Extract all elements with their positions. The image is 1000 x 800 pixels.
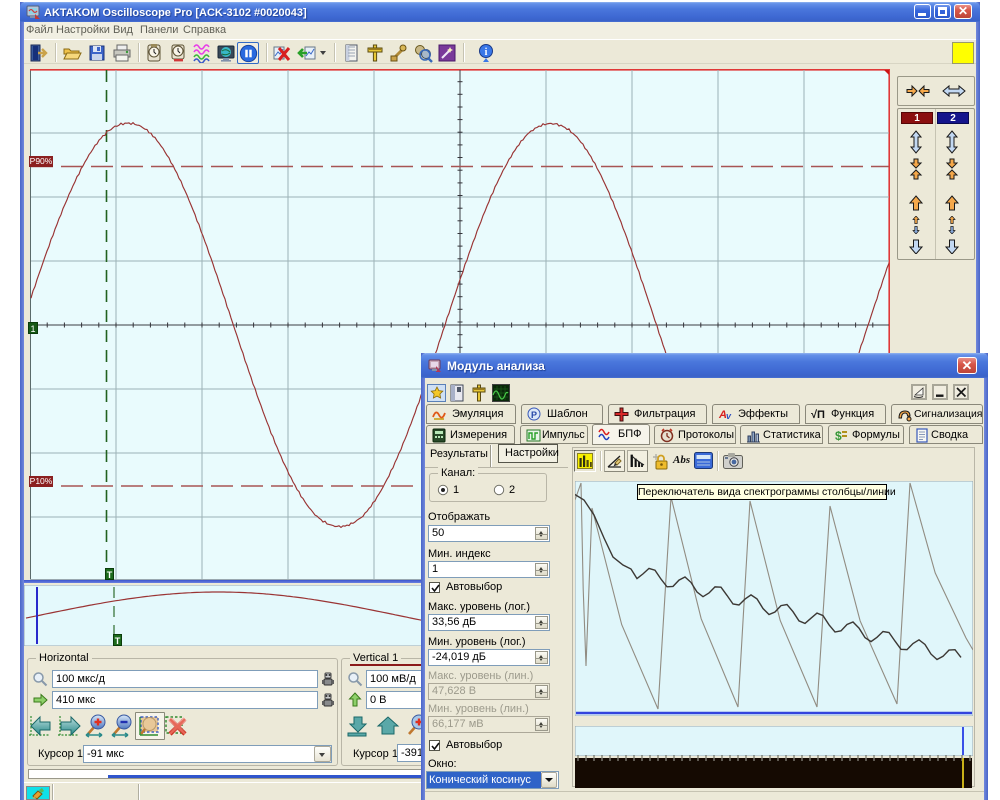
svg-text:$: $ [835,429,842,443]
svg-text:v: v [726,411,732,421]
svg-text:P: P [531,410,537,420]
svg-text:√Π: √Π [811,409,825,421]
svg-text:i: i [485,47,488,58]
